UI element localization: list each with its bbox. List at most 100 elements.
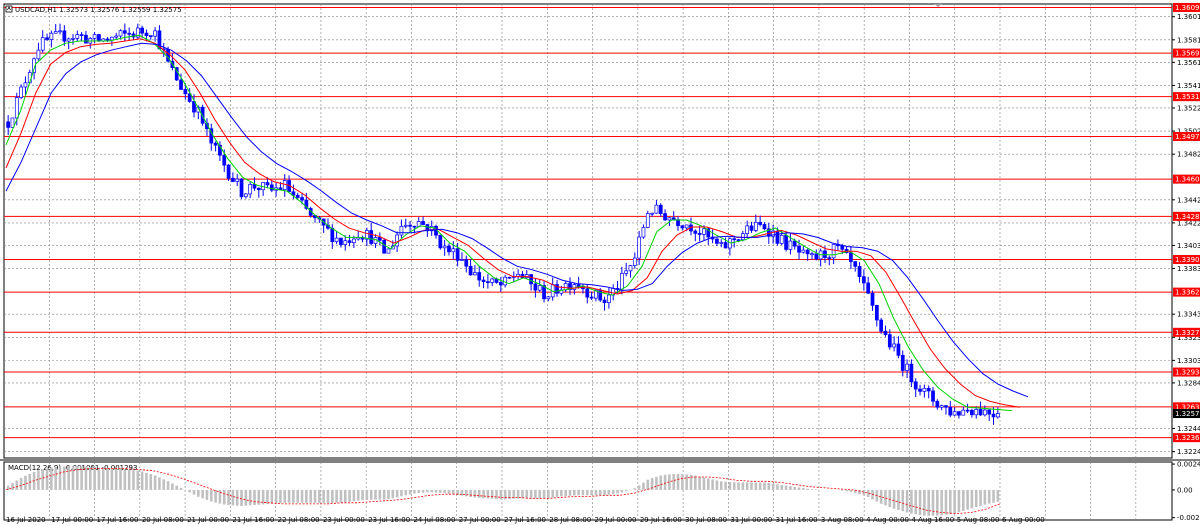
candle-body: [6, 121, 11, 128]
candle-body: [749, 225, 754, 231]
price-axis-label: 1.35220: [1177, 104, 1200, 112]
level-price-label: 1.35695: [1175, 50, 1200, 58]
candle-body: [671, 217, 676, 220]
candle-body: [105, 38, 110, 41]
time-axis-label: 29 Jul 16:00: [640, 516, 682, 524]
candle-body: [931, 390, 935, 402]
candle-body: [732, 238, 737, 241]
level-price-label: 1.32934: [1175, 369, 1200, 377]
chart-canvas[interactable]: 16 Jul 2020 17 Jul 00:00 17 Jul 16:00 20 Ju…: [0, 0, 1200, 525]
time-axis-label: 27 Jul 00:00: [459, 516, 501, 524]
candle-body: [442, 245, 447, 249]
candle-body: [114, 35, 119, 38]
candle-body: [944, 405, 948, 408]
candle-body: [693, 230, 698, 234]
candle-body: [805, 249, 810, 255]
candle-body: [585, 288, 590, 298]
candle-body: [879, 319, 884, 332]
candle-body: [719, 242, 724, 244]
candle-body: [736, 239, 741, 242]
candle-body: [40, 37, 45, 51]
macd-axis-label: 0.002408: [1177, 461, 1200, 469]
candle-body: [295, 194, 300, 198]
level-price-label: 1.34282: [1175, 213, 1200, 221]
candle-body: [537, 285, 542, 291]
candle-body: [702, 228, 706, 235]
time-axis-label: 16 Jul 2020: [6, 516, 46, 524]
candle-body: [382, 239, 387, 254]
candle-body: [347, 240, 352, 243]
candle-body: [758, 221, 763, 225]
price-axis-label: 1.35810: [1177, 36, 1200, 44]
level-price-label: 1.34604: [1175, 176, 1200, 184]
price-axis-label: 1.35415: [1177, 82, 1200, 90]
candle-body: [680, 225, 685, 229]
candle-body: [352, 238, 356, 243]
candle-body: [92, 34, 97, 39]
time-axis-label: 4 Aug 00:00: [866, 516, 909, 524]
candle-body: [632, 257, 637, 266]
candle-body: [140, 27, 144, 34]
candle-body: [849, 252, 853, 262]
candle-body: [913, 381, 918, 390]
candle-body: [853, 261, 858, 267]
candle-body: [762, 224, 767, 230]
candle-body: [460, 259, 464, 261]
candle-body: [684, 224, 689, 229]
candle-body: [775, 230, 780, 244]
level-price-label: 1.33908: [1175, 256, 1200, 264]
symbol-header: USDCAD,H1 1.32573 1.32576 1.32559 1.3257…: [15, 6, 182, 14]
candle-body: [79, 34, 84, 36]
candle-body: [122, 30, 127, 34]
candle-body: [438, 234, 443, 249]
chart-terminal-window[interactable]: 16 Jul 2020 17 Jul 00:00 17 Jul 16:00 20 Ju…: [0, 0, 1200, 525]
candle-body: [148, 35, 153, 37]
candle-body: [58, 30, 62, 33]
candle-body: [334, 237, 339, 242]
price-axis-label: 1.32840: [1177, 379, 1200, 387]
level-price-label: 1.35318: [1175, 93, 1200, 101]
candle-body: [330, 227, 335, 242]
candle-body: [740, 233, 745, 241]
time-axis-label: 29 Jul 00:00: [595, 516, 637, 524]
candle-body: [222, 154, 227, 166]
price-axis-label: 1.34425: [1177, 196, 1200, 204]
candle-body: [745, 225, 750, 235]
candle-body: [939, 405, 944, 408]
candle-body: [179, 79, 183, 90]
price-axis-label: 1.33830: [1177, 265, 1200, 273]
candle-body: [226, 164, 231, 179]
price-pane[interactable]: [3, 3, 1173, 459]
candle-body: [421, 221, 425, 225]
candle-body: [995, 413, 1000, 418]
candle-body: [572, 284, 577, 290]
candle-body: [589, 296, 594, 299]
candle-body: [715, 238, 719, 244]
candle-body: [239, 178, 244, 198]
candle-body: [468, 265, 473, 276]
candle-body: [874, 305, 879, 321]
candle-body: [810, 253, 814, 256]
candle-body: [922, 387, 927, 392]
candle-body: [490, 278, 495, 283]
candle-body: [213, 142, 218, 146]
time-axis-label: 6 Aug 00:00: [1002, 516, 1045, 524]
candle-body: [19, 86, 23, 98]
candle-body: [624, 270, 629, 274]
candle-body: [278, 187, 283, 190]
candle-body: [900, 354, 905, 371]
candle-body: [399, 225, 404, 236]
candle-body: [451, 248, 456, 253]
time-axis-label: 5 Aug 08:00: [957, 516, 1000, 524]
macd-axis-label: -0.002578: [1177, 514, 1200, 522]
candle-body: [952, 411, 957, 416]
candle-body: [265, 182, 270, 186]
candle-body: [36, 49, 41, 60]
candle-body: [243, 193, 248, 198]
level-price-label: 1.36090: [1175, 4, 1200, 12]
candle-body: [377, 237, 382, 241]
candle-body: [987, 409, 992, 415]
candle-body: [473, 272, 477, 276]
candle-body: [887, 334, 892, 348]
candle-body: [477, 272, 482, 281]
